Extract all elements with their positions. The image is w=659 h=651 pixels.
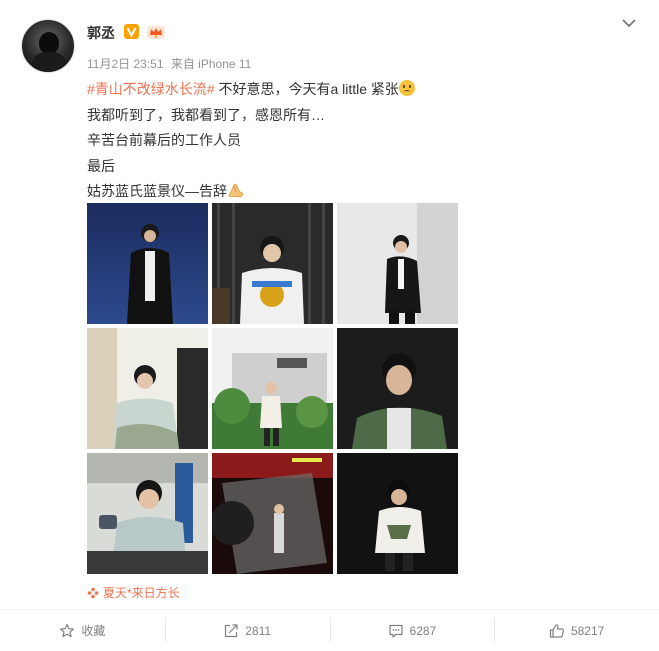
content-line-3: 辛苦台前幕后的工作人员 [87,132,241,148]
comment-button[interactable]: 6287 [329,610,495,651]
post-source: 来自 iPhone 11 [170,57,252,71]
photo-thumbnail-7[interactable] [87,453,208,574]
content-line-5-text: 姑苏蓝氏蓝景仪—告辞 [87,183,227,199]
photo-thumbnail-1[interactable] [87,203,208,324]
thumbs-up-icon [549,623,564,638]
photo-thumbnail-5[interactable] [212,328,333,449]
share-icon [225,623,238,637]
photo-image-3 [337,203,458,324]
photo-image-5 [212,328,333,449]
photo-thumbnail-9[interactable] [337,453,458,574]
comment-icon [388,624,403,638]
avatar[interactable] [21,19,75,73]
worried-face-emoji-icon [398,80,415,96]
avatar-head [39,32,59,54]
verified-v-icon [124,24,139,39]
content-line-5: 姑苏蓝氏蓝景仪—告辞 [87,179,627,205]
content-line-1-text: 不好意思，今天有a little 紧张 [214,81,399,97]
photo-thumbnail-8[interactable] [212,453,333,574]
photo-image-4 [87,328,208,449]
photo-thumbnail-2[interactable] [212,203,333,324]
photo-grid [87,203,459,575]
comment-count: 6287 [409,623,437,638]
repost-button[interactable]: 2811 [164,610,330,651]
praying-hands-emoji-icon [228,183,244,198]
location-flower-icon [87,587,99,599]
post-time[interactable]: 11月2日 23:51 [87,57,164,71]
hashtag-link[interactable]: #青山不改绿水长流# [87,81,215,97]
content-line-2: 我都听到了，我都看到了，感恩所有… [87,106,325,123]
star-icon [60,623,75,637]
photo-thumbnail-3[interactable] [337,203,458,324]
photo-image-1 [87,203,208,324]
author-name[interactable]: 郭丞 [87,23,115,43]
repost-count: 2811 [245,623,272,638]
location-label: 夏天*来日方长 [103,586,180,600]
like-button[interactable]: 58217 [494,610,659,651]
photo-thumbnail-6[interactable] [337,328,458,449]
weibo-post-card: 郭丞 11月2日 23:51 来自 iPhone 11 #青山不改绿水长流# 不… [0,0,659,651]
chevron-down-icon[interactable] [620,16,638,30]
content-line-1: #青山不改绿水长流# 不好意思，今天有a little 紧张 [87,77,627,103]
photo-thumbnail-4[interactable] [87,328,208,449]
vip-crown-icon[interactable] [146,24,166,40]
like-count: 58217 [570,623,605,638]
avatar-body [32,52,66,72]
favorite-label: 收藏 [81,624,106,638]
location-tag[interactable]: 夏天*来日方长 [87,584,180,601]
photo-image-8 [212,453,333,574]
photo-image-9 [337,453,458,574]
post-content: #青山不改绿水长流# 不好意思，今天有a little 紧张 我都听到了，我都看… [87,77,627,205]
action-bar: 收藏 2811 6287 58217 [0,610,659,651]
post-meta: 11月2日 23:51 来自 iPhone 11 [87,55,255,72]
photo-image-2 [212,203,333,324]
photo-image-7 [87,453,208,574]
favorite-button[interactable]: 收藏 [0,610,165,651]
content-line-4: 最后 [87,157,115,174]
photo-image-6 [337,328,458,449]
